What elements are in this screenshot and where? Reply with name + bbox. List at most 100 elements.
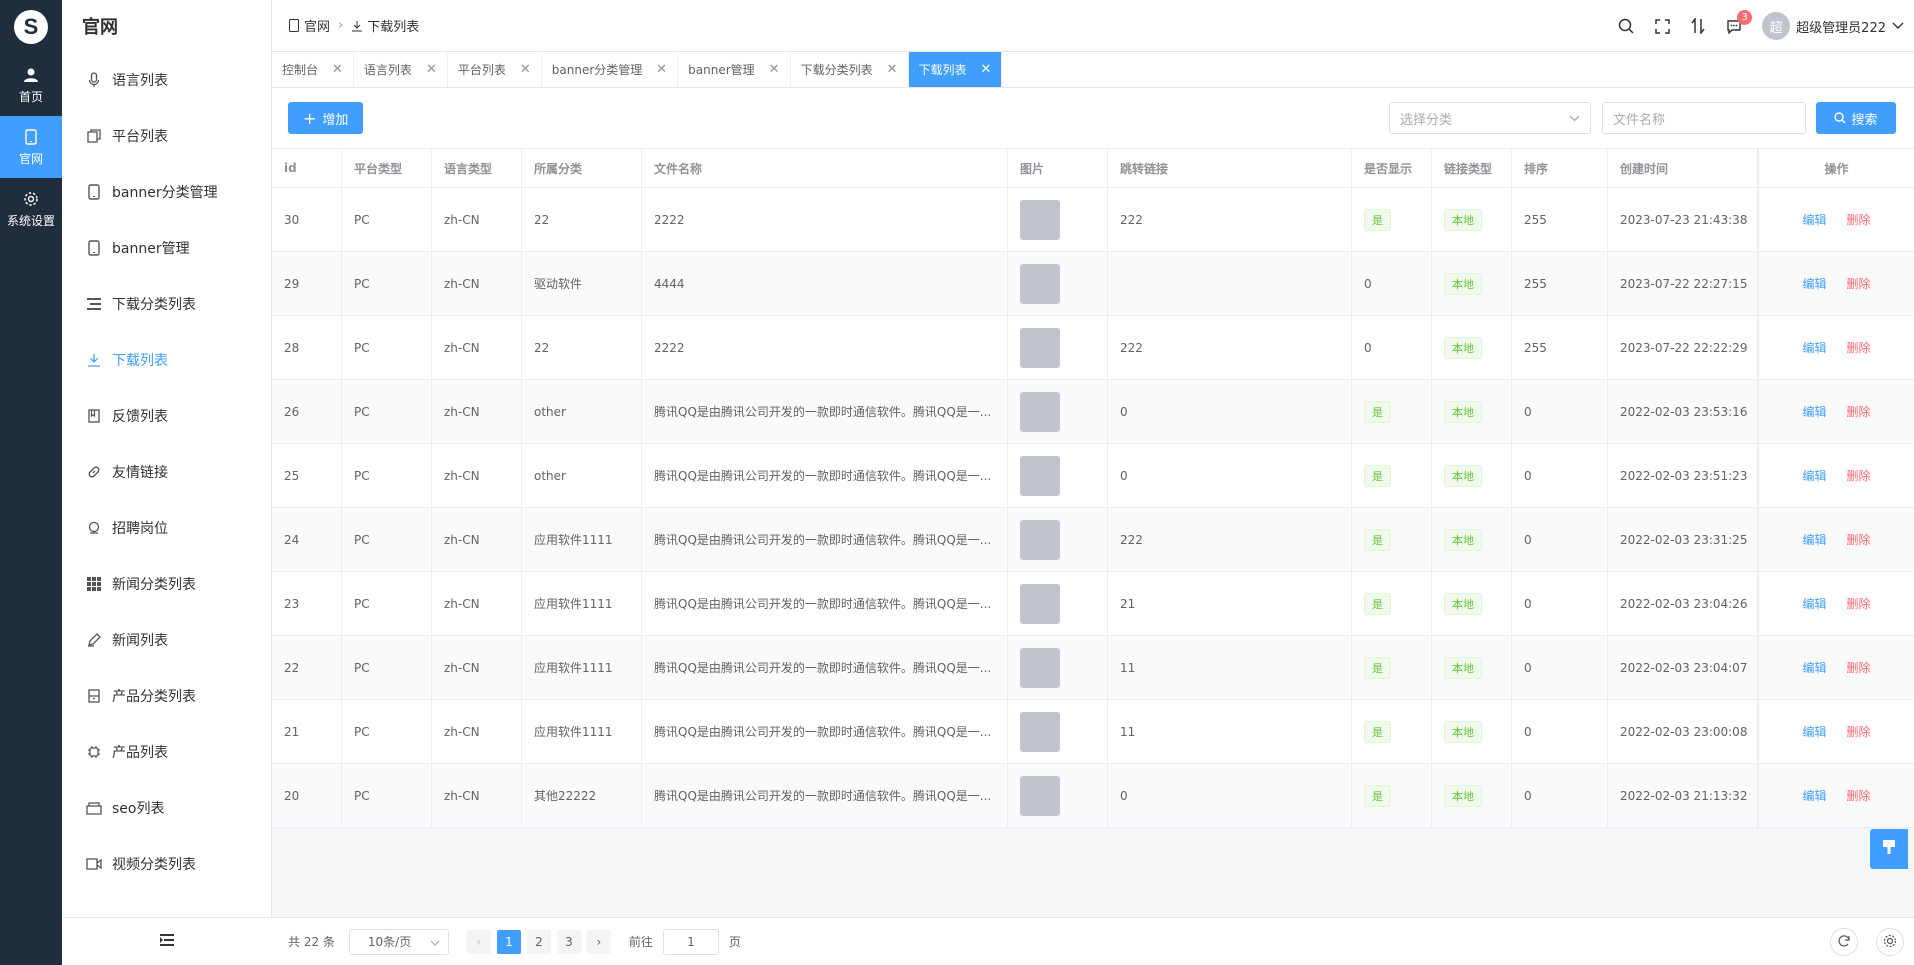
thumbnail-image[interactable] [1020,775,1060,816]
rail-item-1[interactable]: 官网 [0,116,62,178]
delete-button[interactable]: 删除 [1847,339,1871,356]
chevron-down-icon[interactable] [1892,19,1904,34]
sidebar-item-15[interactable]: 视频列表 [62,892,271,912]
sort-cell: 0 [1512,764,1608,827]
sidebar-item-11[interactable]: 产品分类列表 [62,668,271,724]
search-button[interactable]: 搜索 [1816,102,1896,134]
delete-button[interactable]: 删除 [1847,467,1871,484]
thumbnail-image[interactable] [1020,327,1060,368]
close-icon[interactable]: ✕ [332,62,343,77]
sidebar-item-4[interactable]: 下载分类列表 [62,276,271,332]
edit-button[interactable]: 编辑 [1802,211,1826,228]
sidebar-item-10[interactable]: 新闻列表 [62,612,271,668]
category-cell: 22 [522,188,642,251]
prev-page-button[interactable]: ‹ [466,929,491,954]
edit-button[interactable]: 编辑 [1802,339,1826,356]
rail-item-0[interactable]: 首页 [0,54,62,116]
page-size-select[interactable]: 10条/页 [348,928,449,955]
rail-item-label: 系统设置 [6,213,55,228]
tab-1[interactable]: 语言列表 ✕ [354,52,448,87]
list-icon [86,296,102,312]
thumbnail-image[interactable] [1020,199,1060,240]
platform-cell: PC [342,636,432,699]
goto-page-input[interactable]: 1 [662,928,719,955]
theme-setting-button[interactable] [1870,829,1908,869]
tab-4[interactable]: banner管理 ✕ [678,52,791,87]
edit-button[interactable]: 编辑 [1802,531,1826,548]
sidebar-item-5[interactable]: 下载列表 [62,332,271,388]
app-logo[interactable]: S [14,10,48,44]
delete-button[interactable]: 删除 [1847,531,1871,548]
refresh-button[interactable] [1830,928,1858,956]
close-icon[interactable]: ✕ [426,62,437,77]
delete-button[interactable]: 删除 [1847,787,1871,804]
edit-button[interactable]: 编辑 [1802,403,1826,420]
sidebar-item-6[interactable]: 反馈列表 [62,388,271,444]
add-button[interactable]: + 增加 [288,102,364,134]
close-icon[interactable]: ✕ [981,62,992,77]
tab-0[interactable]: 控制台 ✕ [272,52,354,87]
delete-button[interactable]: 删除 [1847,403,1871,420]
delete-button[interactable]: 删除 [1847,595,1871,612]
delete-button[interactable]: 删除 [1847,211,1871,228]
thumbnail-image[interactable] [1020,711,1060,752]
edit-button[interactable]: 编辑 [1802,659,1826,676]
delete-button[interactable]: 删除 [1847,659,1871,676]
edit-button[interactable]: 编辑 [1802,595,1826,612]
settings-button[interactable] [1876,928,1904,956]
search-button-label: 搜索 [1851,112,1878,128]
tab-label: banner分类管理 [551,63,643,77]
status-badge: 本地 [1444,400,1482,423]
page-button[interactable]: 2 [526,929,551,954]
sidebar-item-8[interactable]: 招聘岗位 [62,500,271,556]
search-icon[interactable] [1608,8,1644,44]
next-page-button[interactable]: › [586,929,611,954]
page-button[interactable]: 3 [556,929,581,954]
close-icon[interactable]: ✕ [520,62,531,77]
tab-2[interactable]: 平台列表 ✕ [448,52,542,87]
status-badge: 是 [1364,592,1391,615]
fullscreen-icon[interactable] [1644,8,1680,44]
category-select[interactable]: 选择分类 [1389,102,1591,134]
edit-button[interactable]: 编辑 [1802,467,1826,484]
tab-3[interactable]: banner分类管理 ✕ [542,52,679,87]
column-header: 链接类型 [1432,149,1512,187]
collapse-menu-button[interactable] [62,917,272,965]
delete-button[interactable]: 删除 [1847,723,1871,740]
thumbnail-image[interactable] [1020,583,1060,624]
thumbnail-image[interactable] [1020,455,1060,496]
close-icon[interactable]: ✕ [887,62,898,77]
user-name[interactable]: 超级管理员222 [1796,17,1886,36]
edit-button[interactable]: 编辑 [1802,723,1826,740]
sort-icon[interactable] [1680,8,1716,44]
sidebar-item-9[interactable]: 新闻分类列表 [62,556,271,612]
edit-button[interactable]: 编辑 [1802,787,1826,804]
tab-5[interactable]: 下载分类列表 ✕ [791,52,909,87]
close-icon[interactable]: ✕ [769,62,780,77]
message-icon[interactable]: 3 [1716,8,1753,44]
top-header: 官网 › 下载列表 3 超 超级管理员222 [272,0,1914,52]
breadcrumb-item[interactable]: 官网 [304,16,330,35]
thumbnail-image[interactable] [1020,391,1060,432]
avatar[interactable]: 超 [1762,12,1791,40]
sidebar-item-label: 友情链接 [112,465,168,481]
sidebar-item-12[interactable]: 产品列表 [62,724,271,780]
table-row: 22 PC zh-CN 应用软件1111 腾讯QQ是由腾讯公司开发的一款即时通信软件。腾… [272,636,1914,700]
sidebar-item-1[interactable]: 平台列表 [62,108,271,164]
tab-6[interactable]: 下载列表 ✕ [908,52,1003,87]
filename-input[interactable]: 文件名称 [1602,102,1806,134]
sidebar-item-7[interactable]: 友情链接 [62,444,271,500]
sidebar-item-2[interactable]: banner分类管理 [62,164,271,220]
rail-item-2[interactable]: 系统设置 [0,178,62,240]
thumbnail-image[interactable] [1020,519,1060,560]
sidebar-item-14[interactable]: 视频分类列表 [62,836,271,892]
edit-button[interactable]: 编辑 [1802,275,1826,292]
close-icon[interactable]: ✕ [656,62,667,77]
sidebar-item-0[interactable]: 语言列表 [62,52,271,108]
thumbnail-image[interactable] [1020,647,1060,688]
delete-button[interactable]: 删除 [1847,275,1871,292]
thumbnail-image[interactable] [1020,263,1060,304]
page-button[interactable]: 1 [496,929,521,954]
sidebar-item-13[interactable]: seo列表 [62,780,271,836]
sidebar-item-3[interactable]: banner管理 [62,220,271,276]
